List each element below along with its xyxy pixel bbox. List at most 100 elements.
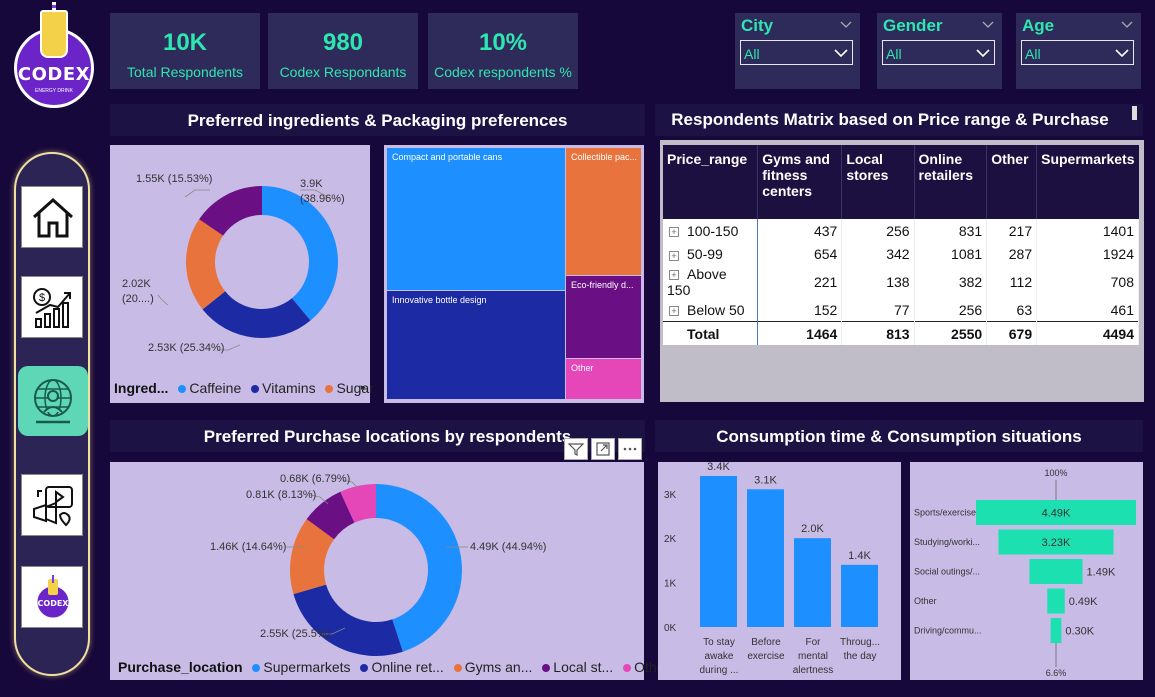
city-dropdown[interactable]: All (740, 40, 853, 65)
funnel-top-label: 100% (1044, 468, 1067, 478)
x-tick-label: Before exercise (747, 637, 785, 662)
legend-item[interactable]: Local st... (553, 659, 613, 675)
chevron-down-icon[interactable] (976, 47, 990, 59)
legend-marker (623, 664, 632, 672)
bar[interactable] (700, 476, 737, 627)
legend-item[interactable]: Gyms an... (465, 659, 533, 675)
legend-item[interactable]: Sugar (336, 380, 373, 396)
bar[interactable] (747, 489, 784, 627)
locations-donut-chart (286, 479, 468, 656)
chevron-down-icon[interactable] (1115, 47, 1129, 59)
row-label: +100-150 (663, 219, 759, 243)
table-cell: 112 (986, 266, 1038, 298)
slicer-title: City (741, 16, 774, 35)
slicer-title: Age (1022, 16, 1055, 35)
table-cell: 813 (841, 321, 915, 345)
data-label: (38.96%) (300, 193, 345, 205)
slicer-title: Gender (883, 16, 943, 35)
slicer-gender[interactable]: Gender All (877, 13, 1002, 89)
legend-item[interactable]: Supermarkets (263, 659, 350, 675)
nav-finance[interactable]: $ (21, 276, 83, 338)
treemap-cell-innovative-bottle[interactable]: Innovative bottle design (387, 291, 565, 399)
funnel-category-label: Social outings/... (914, 567, 980, 577)
nav-home[interactable] (21, 186, 83, 248)
home-icon (32, 197, 74, 238)
locations-donut-panel: 4.49K (44.94%) 2.55K (25.5%) 1.46K (14.6… (110, 462, 669, 680)
treemap-cell-compact-cans[interactable]: Compact and portable cans (387, 148, 565, 290)
section-header-matrix: Respondents Matrix based on Price range … (655, 104, 1143, 136)
chart-legend: Purchase_location Supermarkets Online re… (118, 659, 669, 675)
funnel-data-label: 0.30K (1065, 626, 1094, 638)
y-tick-label: 0K (664, 623, 677, 634)
legend-marker (542, 664, 551, 672)
more-options-button[interactable] (618, 438, 642, 460)
treemap-cell-collectible[interactable]: Collectible pac... (566, 148, 641, 275)
scrollbar-thumb[interactable] (1132, 106, 1137, 120)
table-cell: 221 (757, 266, 843, 298)
row-label: + Below 50 (663, 298, 759, 322)
legend-marker (251, 385, 260, 393)
nav-codex[interactable]: CODEX (21, 566, 83, 628)
funnel-bar[interactable] (1050, 618, 1062, 643)
donut-slice[interactable] (262, 186, 338, 321)
funnel-bar[interactable] (1029, 559, 1083, 584)
treemap-cell-other[interactable]: Other (566, 359, 641, 399)
filter-button[interactable] (564, 438, 588, 460)
legend-item[interactable]: Caffeine (189, 380, 241, 396)
legend-item[interactable]: Vitamins (262, 380, 315, 396)
legend-item[interactable]: Online ret... (371, 659, 443, 675)
kpi-value: 980 (322, 29, 364, 56)
slicer-city[interactable]: City All (735, 13, 860, 89)
column-header[interactable]: Other (986, 145, 1038, 219)
treemap-cell-eco-friendly[interactable]: Eco-friendly d... (566, 276, 641, 358)
donut-slices (185, 186, 338, 338)
expand-icon[interactable]: + (669, 227, 679, 238)
chart-legend: Ingred... Caffeine Vitamins Sugar (114, 380, 374, 396)
column-header[interactable]: Supermarkets (1036, 145, 1139, 219)
table-cell: 1401 (1036, 219, 1139, 243)
bar[interactable] (841, 564, 878, 627)
row-label: +50-99 (663, 242, 759, 266)
total-label: Total (663, 321, 759, 345)
column-header[interactable]: Local stores (841, 145, 915, 219)
nav-global-consumer[interactable] (18, 366, 88, 436)
funnel-bar[interactable] (1047, 588, 1065, 614)
bar-data-label: 1.4K (848, 550, 871, 562)
column-header[interactable]: Gyms and fitness centers (757, 145, 843, 219)
expand-icon[interactable]: + (669, 250, 679, 261)
logo-cup-icon (40, 10, 68, 58)
expand-icon[interactable]: + (669, 270, 679, 281)
kpi-codex-percent: 10% Codex respondents % (428, 13, 578, 89)
column-header[interactable]: Online retailers (914, 145, 988, 219)
section-title: Consumption time & Consumption situation… (716, 427, 1082, 446)
legend-marker (360, 664, 369, 672)
legend-next-arrow-icon[interactable]: ▸ (361, 382, 366, 393)
expand-icon[interactable]: + (669, 305, 679, 316)
bar-data-label: 3.4K (707, 462, 730, 473)
legend-marker (453, 664, 462, 672)
column-header[interactable]: Price_range (663, 145, 759, 219)
table-cell: 437 (757, 219, 843, 243)
table-cell: 77 (841, 298, 915, 322)
age-dropdown[interactable]: All (1021, 40, 1134, 65)
focus-mode-button[interactable] (591, 438, 615, 460)
table-total-row: Total 1464 813 2550 679 4494 (663, 321, 1139, 345)
table-header-row: Price_range Gyms and fitness centers Loc… (663, 145, 1139, 219)
gender-dropdown[interactable]: All (882, 40, 995, 65)
table-cell: 679 (986, 321, 1038, 345)
nav-marketing[interactable] (21, 474, 83, 536)
chevron-down-icon[interactable] (1121, 18, 1133, 30)
funnel-category-label: Other (914, 596, 937, 606)
chevron-down-icon[interactable] (840, 18, 852, 30)
donut-slice[interactable] (293, 584, 403, 656)
expand-icon (596, 442, 610, 456)
chevron-down-icon[interactable] (834, 47, 848, 59)
table-cell: 2550 (914, 321, 988, 345)
table-cell: 138 (841, 266, 915, 298)
bar-data-label: 2.0K (801, 523, 824, 535)
x-tick-label: Throug... the day (839, 637, 881, 662)
legend-title: Ingred... (114, 380, 169, 396)
bar[interactable] (794, 538, 831, 627)
chevron-down-icon[interactable] (982, 18, 994, 30)
slicer-age[interactable]: Age All (1016, 13, 1141, 89)
